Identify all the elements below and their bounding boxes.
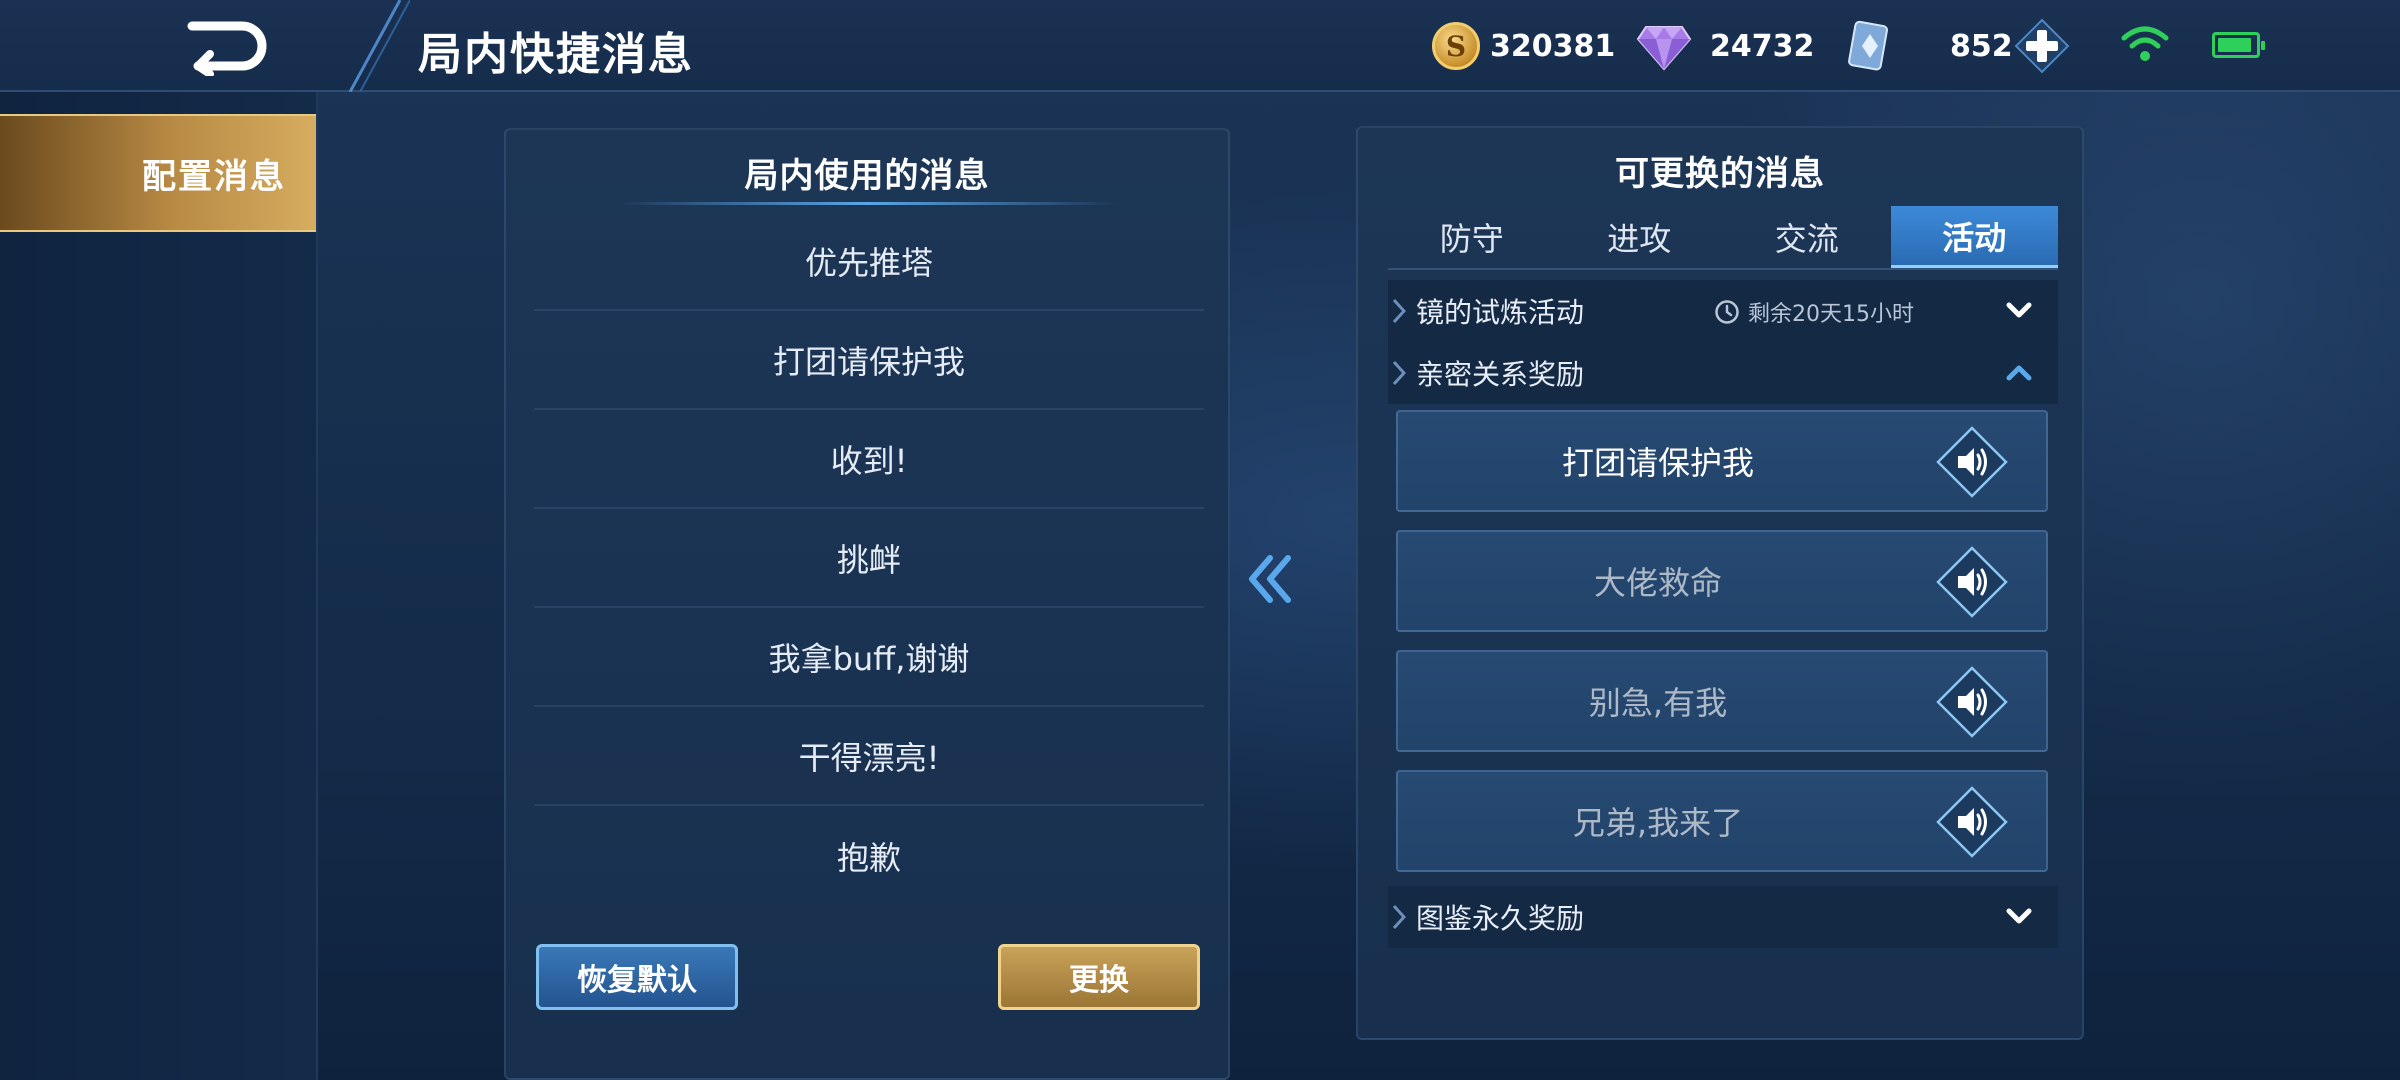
restore-default-button[interactable]: 恢复默认 [536, 944, 738, 1010]
message-list: 优先推塔 打团请保护我 收到! 挑衅 我拿buff,谢谢 干得漂亮! 抱歉 [534, 212, 1204, 905]
page-title: 局内快捷消息 [418, 29, 694, 80]
title-divider-decoration [348, 0, 410, 92]
time-remaining: 剩余20天15小时 [1714, 296, 1914, 328]
voice-message-label: 打团请保护我 [1561, 444, 1754, 482]
replaceable-messages-panel: 可更换的消息 防守 进攻 交流 活动 镜的试炼活动 剩余20天15小时 亲密关系… [1356, 126, 2084, 1040]
list-item[interactable]: 挑衅 [534, 509, 1204, 608]
sidebar-item-config-messages[interactable]: 配置消息 [0, 114, 316, 232]
list-item[interactable]: 我拿buff,谢谢 [534, 608, 1204, 707]
clock-icon [1715, 300, 1739, 324]
row-marker-icon [1388, 342, 1408, 404]
timer-text: 剩余20天15小时 [1748, 302, 1914, 327]
category-label: 镜的试炼活动 [1416, 296, 1585, 329]
list-item[interactable]: 打团请保护我 [534, 311, 1204, 410]
in-game-messages-panel: 局内使用的消息 优先推塔 打团请保护我 收到! 挑衅 我拿buff,谢谢 干得漂… [504, 128, 1230, 1080]
sound-icon[interactable] [1936, 546, 2008, 618]
sidebar-item-label: 配置消息 [142, 156, 286, 197]
voice-message-label: 大佬救命 [1593, 564, 1722, 602]
chevron-up-icon [2006, 365, 2032, 381]
row-marker-icon [1388, 280, 1408, 342]
voice-message-item[interactable]: 大佬救命 [1396, 530, 2048, 632]
tabs-divider [1388, 268, 2058, 270]
row-marker-icon [1388, 886, 1408, 948]
top-bar: 局内快捷消息 S 320381 24732 852 [0, 0, 2400, 92]
voice-message-label: 别急,有我 [1588, 684, 1728, 722]
panel-title: 局内使用的消息 [744, 156, 990, 196]
sound-icon[interactable] [1936, 786, 2008, 858]
coin-balance: S 320381 [1432, 18, 1615, 74]
chevron-down-icon [2006, 302, 2032, 318]
voice-message-item[interactable]: 打团请保护我 [1396, 410, 2048, 512]
recharge-button[interactable] [2012, 16, 2072, 76]
wifi-icon [2121, 26, 2169, 61]
coin-icon: S [1432, 22, 1480, 70]
category-tabs: 防守 进攻 交流 活动 [1388, 206, 2058, 268]
category-label: 图鉴永久奖励 [1416, 902, 1585, 935]
list-item[interactable]: 干得漂亮! [534, 707, 1204, 806]
chevron-down-icon [2006, 908, 2032, 924]
sound-icon[interactable] [1936, 426, 2008, 498]
back-icon [187, 21, 267, 78]
voice-message-label: 兄弟,我来了 [1572, 804, 1744, 842]
voice-message-item[interactable]: 兄弟,我来了 [1396, 770, 2048, 872]
tab-event[interactable]: 活动 [1890, 206, 2058, 268]
tab-communication[interactable]: 交流 [1723, 206, 1891, 268]
category-codex-permanent-rewards[interactable]: 图鉴永久奖励 [1388, 886, 2058, 948]
tab-attack[interactable]: 进攻 [1556, 206, 1724, 268]
voice-message-item[interactable]: 别急,有我 [1396, 650, 2048, 752]
voucher-icon [1848, 20, 1888, 71]
sidebar: 配置消息 [0, 92, 318, 1080]
back-button[interactable] [180, 16, 276, 78]
sound-icon[interactable] [1936, 666, 2008, 738]
voucher-balance: 852 [1848, 18, 2013, 74]
category-label: 亲密关系奖励 [1416, 358, 1585, 391]
coin-value: 320381 [1490, 28, 1616, 64]
list-item[interactable]: 抱歉 [534, 806, 1204, 905]
panel-title: 可更换的消息 [1615, 154, 1825, 194]
voucher-value: 852 [1950, 28, 2013, 64]
list-item[interactable]: 优先推塔 [534, 212, 1204, 311]
plus-icon [2014, 18, 2070, 74]
category-intimacy-rewards[interactable]: 亲密关系奖励 [1388, 342, 2058, 404]
category-mirror-trial[interactable]: 镜的试炼活动 剩余20天15小时 [1388, 280, 2058, 342]
tab-defense[interactable]: 防守 [1388, 206, 1556, 268]
swap-button[interactable]: 更换 [998, 944, 1200, 1010]
list-item[interactable]: 收到! [534, 410, 1204, 509]
diamond-balance: 24732 [1636, 18, 1814, 74]
diamond-icon [1636, 26, 1692, 71]
title-underline [616, 202, 1118, 205]
double-chevron-left-icon[interactable] [1246, 552, 1294, 606]
diamond-value: 24732 [1710, 28, 1815, 64]
battery-icon [2212, 32, 2265, 58]
